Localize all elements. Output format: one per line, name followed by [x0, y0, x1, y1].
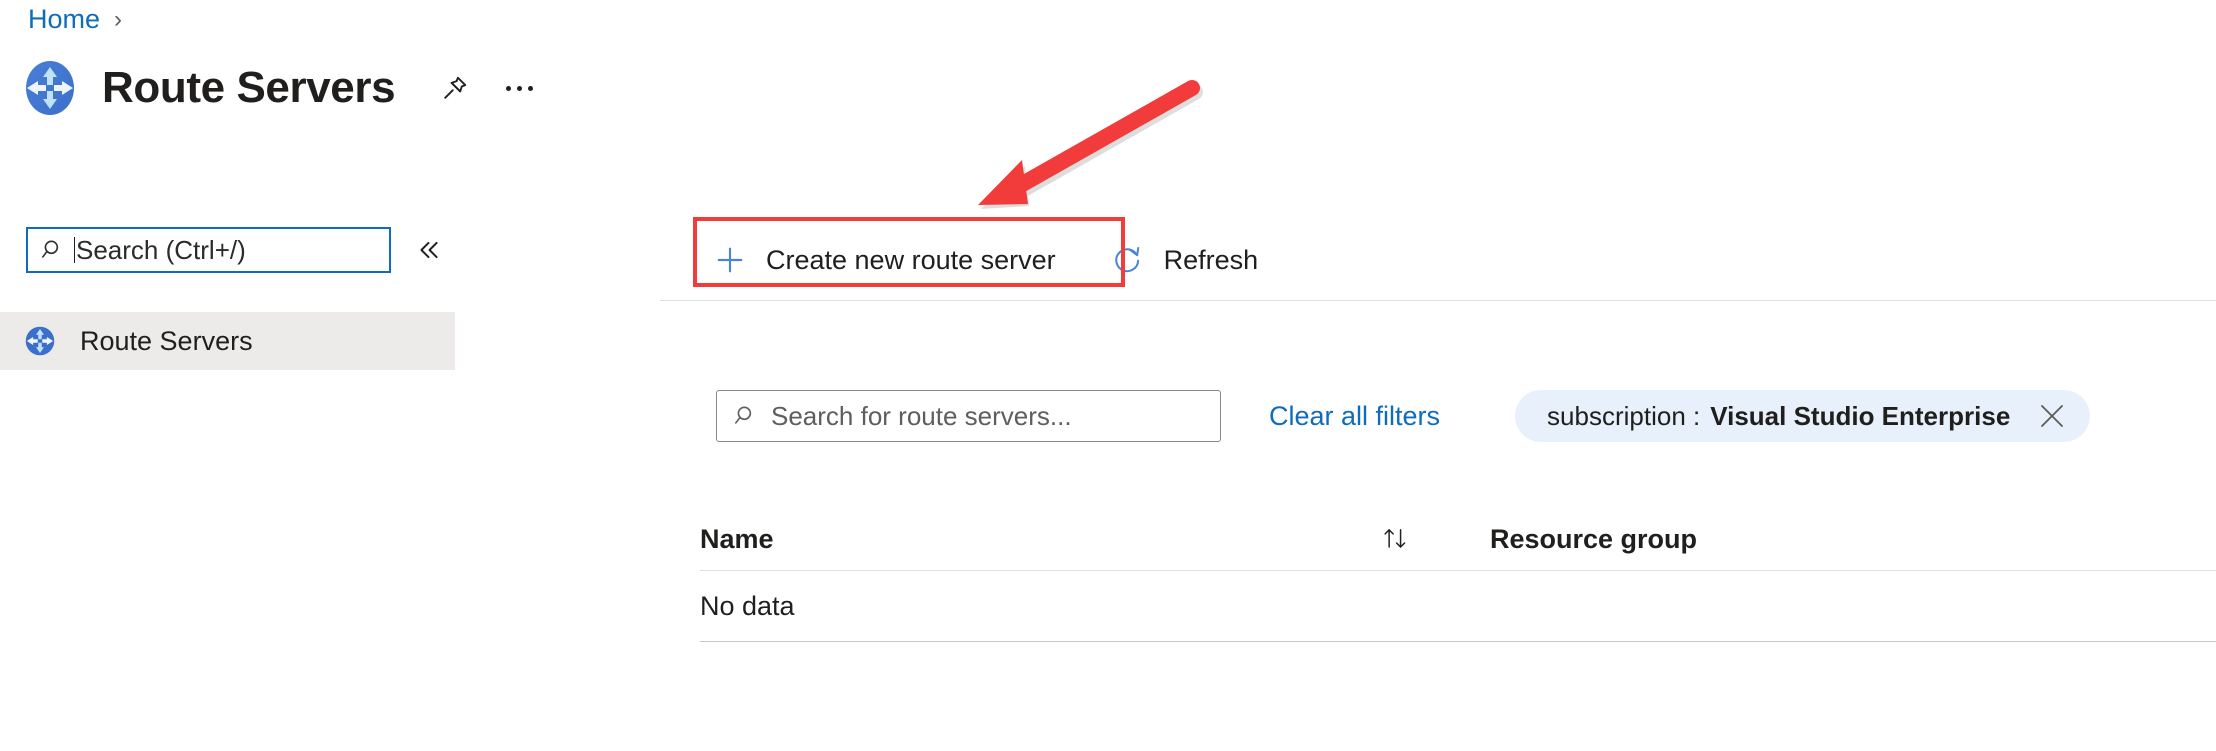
sidebar-nav: Route Servers	[0, 312, 455, 370]
column-header-name[interactable]: Name	[700, 524, 1380, 555]
filter-pill-key: subscription :	[1547, 400, 1701, 431]
search-icon	[733, 403, 759, 429]
filter-bar: Search for route servers... Clear all fi…	[716, 388, 2091, 444]
no-data-cell: No data	[700, 590, 795, 621]
search-input[interactable]: Search (Ctrl+/)	[26, 227, 391, 273]
breadcrumb: Home ›	[28, 6, 122, 33]
route-server-icon	[22, 60, 78, 116]
pin-icon[interactable]	[435, 68, 475, 108]
chevron-double-left-icon[interactable]	[410, 234, 448, 266]
close-icon[interactable]	[2036, 400, 2068, 432]
sidebar-item-route-servers[interactable]: Route Servers	[0, 312, 455, 370]
route-server-search-input[interactable]: Search for route servers...	[716, 390, 1221, 442]
command-toolbar: Create new route server Refresh	[700, 226, 1270, 294]
sidebar: Search (Ctrl+/) Route Servers	[0, 224, 645, 554]
refresh-icon	[1110, 242, 1146, 278]
search-placeholder: Search (Ctrl+/)	[76, 234, 246, 265]
column-header-resource-group[interactable]: Resource group	[1490, 524, 2216, 555]
sort-ascending-descending-icon[interactable]	[1380, 524, 1490, 554]
create-button-label: Create new route server	[766, 244, 1056, 275]
route-server-icon	[24, 325, 56, 357]
sidebar-item-label: Route Servers	[80, 325, 253, 356]
clear-all-filters-link[interactable]: Clear all filters	[1269, 401, 1440, 432]
breadcrumb-separator-icon: ›	[114, 5, 123, 33]
filter-pill-value: Visual Studio Enterprise	[1710, 400, 2011, 431]
toolbar-divider	[660, 300, 2216, 301]
table-header-row: Name Resource group	[700, 508, 2216, 571]
refresh-button-label: Refresh	[1163, 244, 1259, 275]
create-new-route-server-button[interactable]: Create new route server	[700, 229, 1068, 291]
page-header: Route Servers	[22, 52, 539, 124]
annotation-arrow	[978, 80, 1203, 209]
plus-icon	[712, 242, 748, 278]
table-row: No data	[700, 571, 2216, 642]
search-icon	[40, 237, 66, 263]
ellipsis-icon[interactable]	[499, 68, 539, 108]
route-server-search-placeholder: Search for route servers...	[771, 400, 1072, 431]
route-servers-table: Name Resource group No data	[700, 508, 2216, 642]
breadcrumb-item-home[interactable]: Home	[28, 6, 100, 33]
refresh-button[interactable]: Refresh	[1098, 229, 1271, 291]
page-title: Route Servers	[102, 63, 396, 112]
subscription-filter-pill[interactable]: subscription : Visual Studio Enterprise	[1515, 390, 2091, 442]
